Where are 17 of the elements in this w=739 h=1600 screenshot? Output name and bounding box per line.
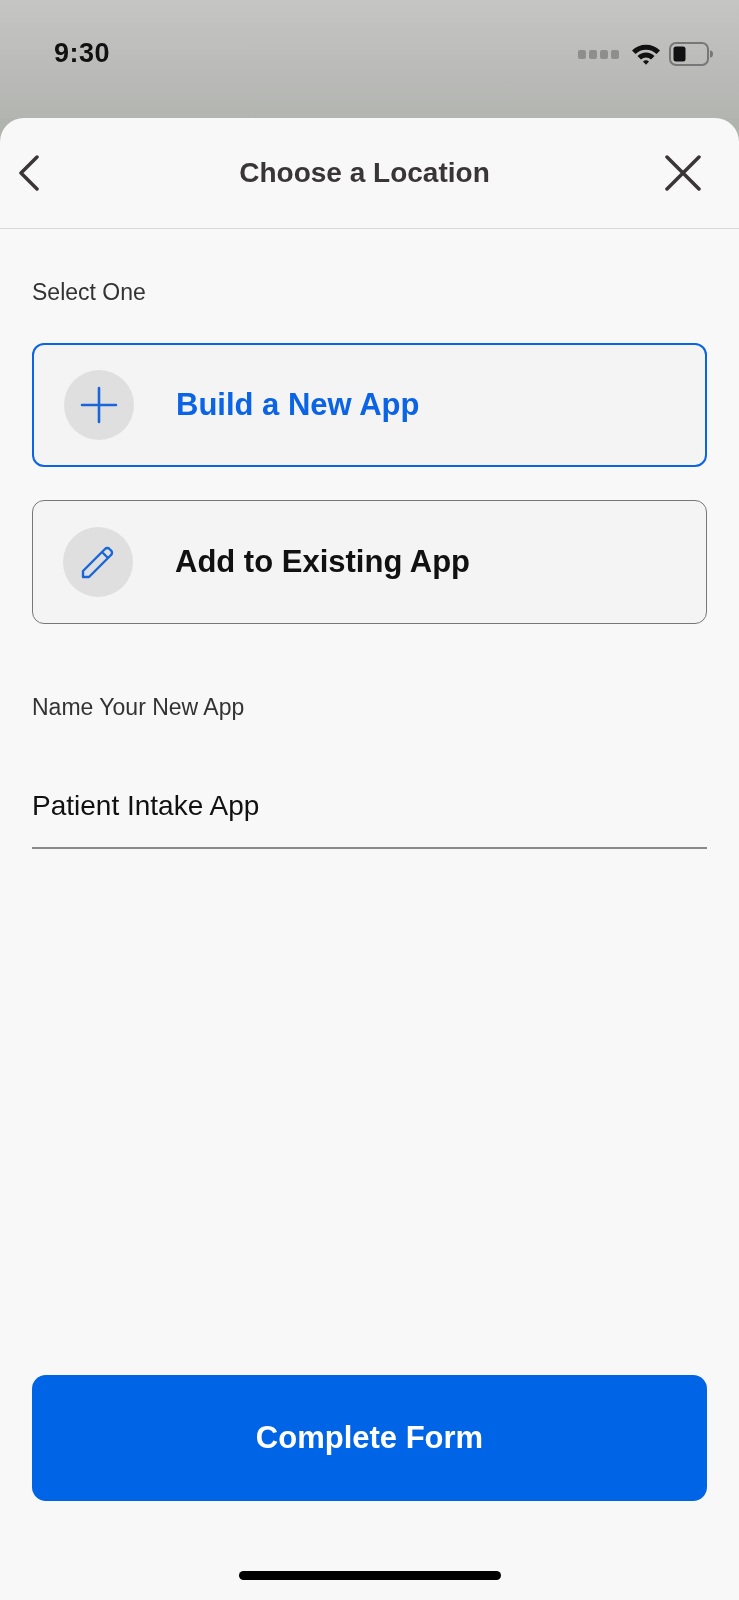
section-label: Select One bbox=[32, 279, 146, 306]
field-label: Name Your New App bbox=[32, 694, 245, 721]
close-button[interactable] bbox=[665, 155, 701, 191]
back-button[interactable] bbox=[18, 155, 40, 191]
option-card[interactable]: Build a New App bbox=[32, 343, 707, 467]
wifi-icon bbox=[631, 43, 661, 65]
status-time: 9:30 bbox=[54, 38, 111, 69]
option-card[interactable]: Add to Existing App bbox=[32, 500, 707, 624]
chevron-left-icon bbox=[18, 155, 40, 191]
name-input[interactable]: Patient Intake App bbox=[32, 790, 707, 849]
screen-title: Choose a Location bbox=[239, 157, 490, 189]
plus-icon bbox=[64, 370, 134, 440]
complete-form-button[interactable]: Complete Form bbox=[32, 1375, 707, 1501]
close-icon bbox=[665, 155, 701, 191]
signal-dots-icon bbox=[578, 49, 619, 59]
battery-icon bbox=[669, 42, 713, 66]
pencil-icon bbox=[63, 527, 133, 597]
